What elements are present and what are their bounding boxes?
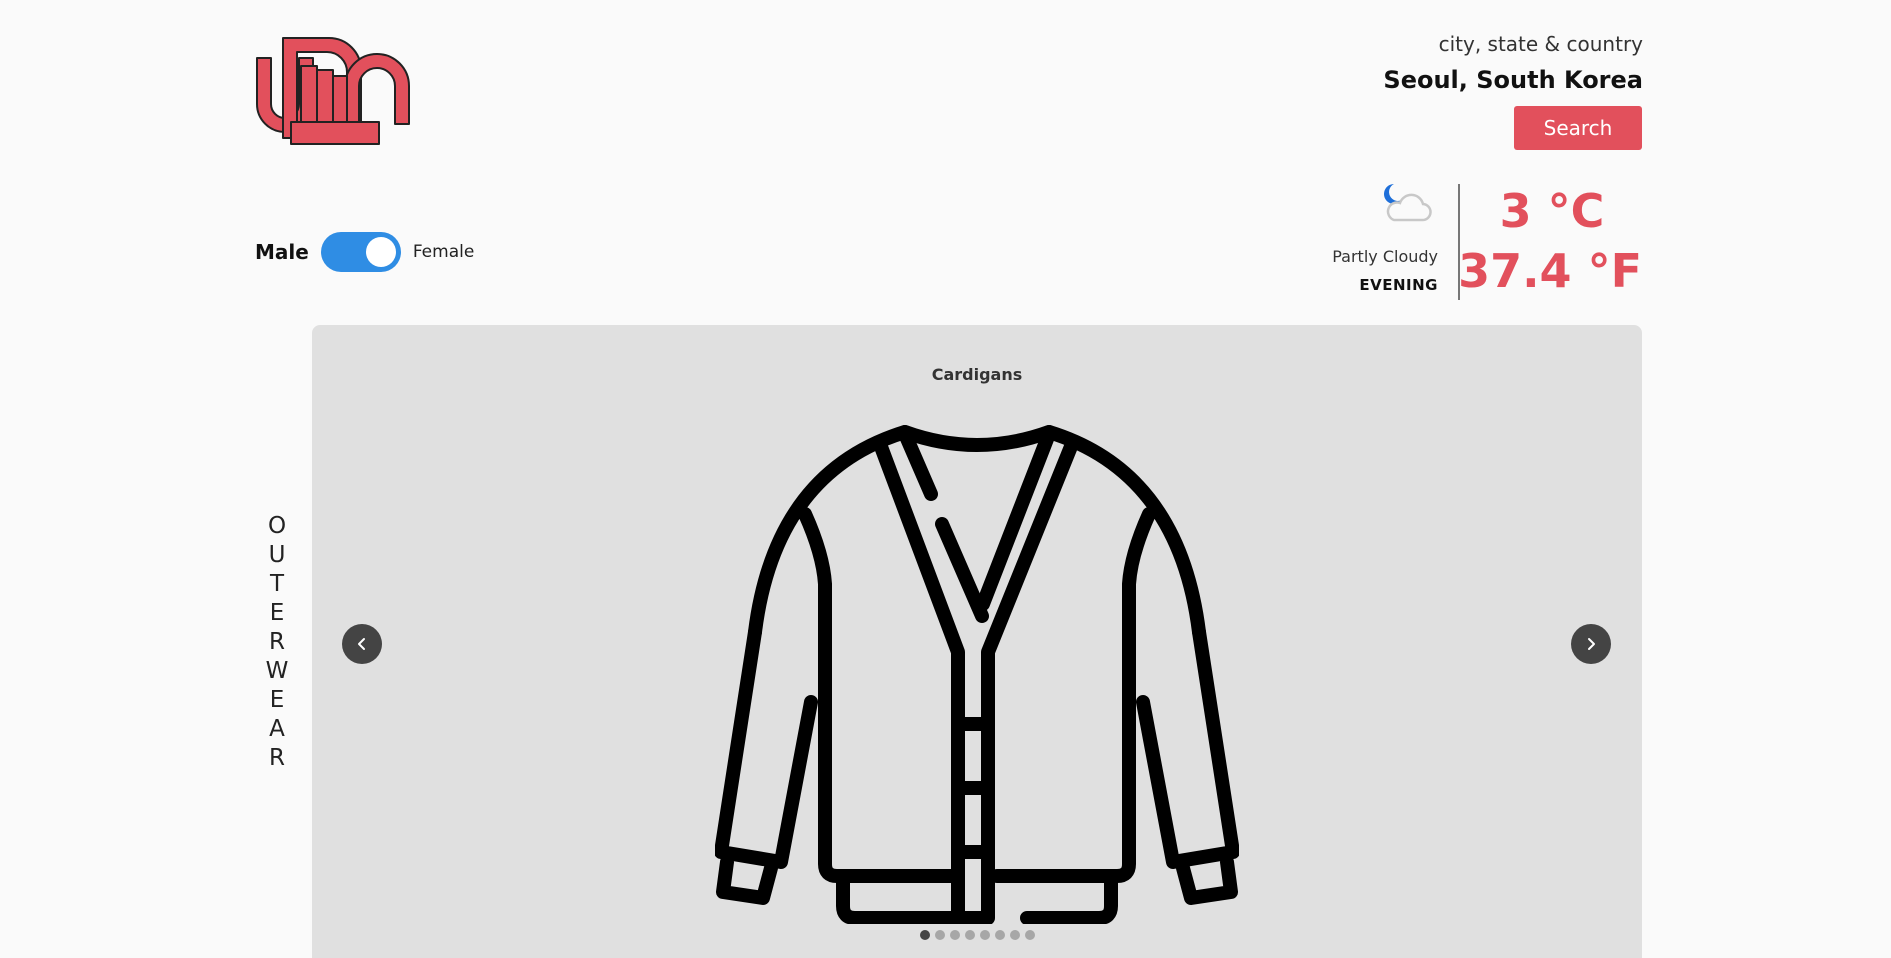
category-letter: E bbox=[269, 687, 285, 713]
cardigan-icon bbox=[715, 425, 1239, 924]
category-letter: W bbox=[265, 658, 289, 684]
partly-cloudy-night-icon bbox=[1384, 184, 1432, 222]
category-letter: U bbox=[268, 542, 286, 568]
outfit-carousel: Cardigans bbox=[312, 325, 1642, 958]
carousel-dot[interactable] bbox=[979, 930, 990, 940]
carousel-dot[interactable] bbox=[949, 930, 960, 940]
chevron-left-icon bbox=[358, 638, 365, 650]
gender-female-label: Female bbox=[412, 242, 475, 262]
carousel-item-title: Cardigans bbox=[931, 365, 1023, 384]
gender-male-label: Male bbox=[255, 240, 309, 264]
weather-period: EVENING bbox=[1359, 276, 1438, 294]
location-value[interactable]: Seoul, South Korea bbox=[1383, 66, 1643, 94]
gender-toggle[interactable] bbox=[320, 232, 401, 272]
temperature-fahrenheit: 37.4 °F bbox=[1458, 244, 1642, 298]
carousel-dot[interactable] bbox=[919, 930, 930, 940]
category-letter: R bbox=[269, 629, 285, 655]
toggle-knob bbox=[365, 237, 396, 267]
category-letter: E bbox=[269, 600, 285, 626]
category-letter: T bbox=[269, 571, 285, 597]
gender-switch: Male Female bbox=[255, 232, 474, 272]
temperature-celsius: 3 °C bbox=[1499, 184, 1605, 238]
search-button[interactable]: Search bbox=[1514, 106, 1642, 150]
brand-logo[interactable] bbox=[255, 36, 410, 148]
carousel-pagination bbox=[312, 930, 1642, 940]
carousel-dot[interactable] bbox=[1024, 930, 1035, 940]
carousel-prev-button[interactable] bbox=[342, 624, 382, 664]
category-letter: O bbox=[267, 513, 287, 539]
location-label: city, state & country bbox=[1438, 32, 1643, 56]
carousel-dot[interactable] bbox=[994, 930, 1005, 940]
app-page: city, state & country Seoul, South Korea… bbox=[0, 0, 1891, 958]
category-label: O U T E R W E A R bbox=[262, 512, 292, 773]
carousel-next-button[interactable] bbox=[1571, 624, 1611, 664]
carousel-dot[interactable] bbox=[1009, 930, 1020, 940]
weather-condition: Partly Cloudy bbox=[1332, 247, 1438, 266]
category-letter: A bbox=[269, 716, 285, 742]
carousel-dot[interactable] bbox=[964, 930, 975, 940]
chevron-right-icon bbox=[1588, 638, 1595, 650]
category-letter: R bbox=[269, 745, 285, 771]
carousel-dot[interactable] bbox=[934, 930, 945, 940]
